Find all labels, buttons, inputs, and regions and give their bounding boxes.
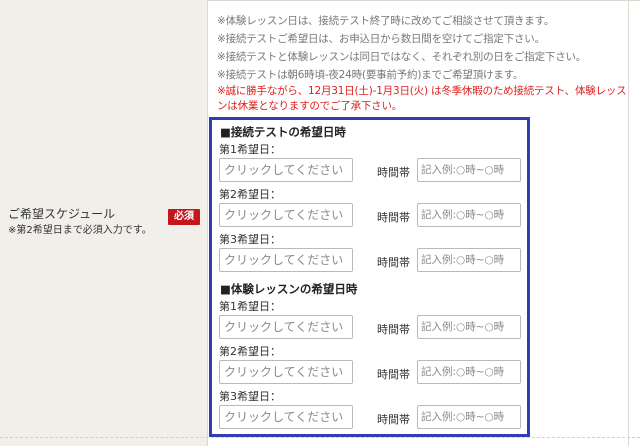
schedule-form-row: ご希望スケジュール ※第2希望日まで必須入力です。 必須 ※体験レッスン日は、接… [0, 0, 640, 446]
field-required-note: ※第2希望日まで必須入力です。 [8, 225, 152, 236]
notes-block: ※体験レッスン日は、接続テスト終了時に改めてご相談させて頂きます。 ※接続テスト… [217, 12, 627, 114]
schedule-panel: ■接続テストの希望日時 第1希望日： 時間帯 第2希望日： 時間帯 第3希望日：… [209, 117, 530, 437]
trial-lesson-date-3-input[interactable] [219, 405, 353, 429]
section-title-connection-test: ■接続テストの希望日時 [220, 125, 346, 139]
pref-label: 第2希望日： [219, 345, 281, 358]
row-right-border [628, 0, 629, 446]
pref-label: 第1希望日： [219, 300, 281, 313]
required-badge: 必須 [168, 209, 200, 225]
trial-lesson-date-2-input[interactable] [219, 360, 353, 384]
time-label: 時間帯 [377, 256, 410, 269]
trial-lesson-time-3-input[interactable] [417, 405, 521, 429]
trial-lesson-date-1-input[interactable] [219, 315, 353, 339]
connection-test-date-1-input[interactable] [219, 158, 353, 182]
time-label: 時間帯 [377, 368, 410, 381]
connection-test-date-3-input[interactable] [219, 248, 353, 272]
connection-test-time-1-input[interactable] [417, 158, 521, 182]
pref-label: 第3希望日： [219, 233, 281, 246]
trial-lesson-time-2-input[interactable] [417, 360, 521, 384]
pref-label: 第2希望日： [219, 188, 281, 201]
pref-label: 第3希望日： [219, 390, 281, 403]
field-label: ご希望スケジュール [8, 207, 116, 221]
time-label: 時間帯 [377, 166, 410, 179]
time-label: 時間帯 [377, 323, 410, 336]
pref-label: 第1希望日： [219, 143, 281, 156]
time-label: 時間帯 [377, 413, 410, 426]
row-bottom-border [0, 437, 640, 438]
time-label: 時間帯 [377, 211, 410, 224]
connection-test-time-3-input[interactable] [417, 248, 521, 272]
note-line: ※接続テストご希望日は、お申込日から数日間を空けてご指定下さい。 [217, 33, 545, 45]
trial-lesson-time-1-input[interactable] [417, 315, 521, 339]
note-line: ※体験レッスン日は、接続テスト終了時に改めてご相談させて頂きます。 [217, 15, 555, 27]
note-line: ※接続テストと体験レッスンは同日ではなく、それぞれ別の日をご指定下さい。 [217, 51, 587, 63]
note-line: ※接続テストは朝6時頃-夜24時(要事前予約)までご希望頂けます。 [217, 69, 524, 81]
section-title-trial-lesson: ■体験レッスンの希望日時 [220, 282, 358, 296]
holiday-warning: ※誠に勝手ながら、12月31日(土)-1月3日(火) は冬季休暇のため接続テスト… [217, 85, 627, 112]
connection-test-time-2-input[interactable] [417, 203, 521, 227]
connection-test-date-2-input[interactable] [219, 203, 353, 227]
